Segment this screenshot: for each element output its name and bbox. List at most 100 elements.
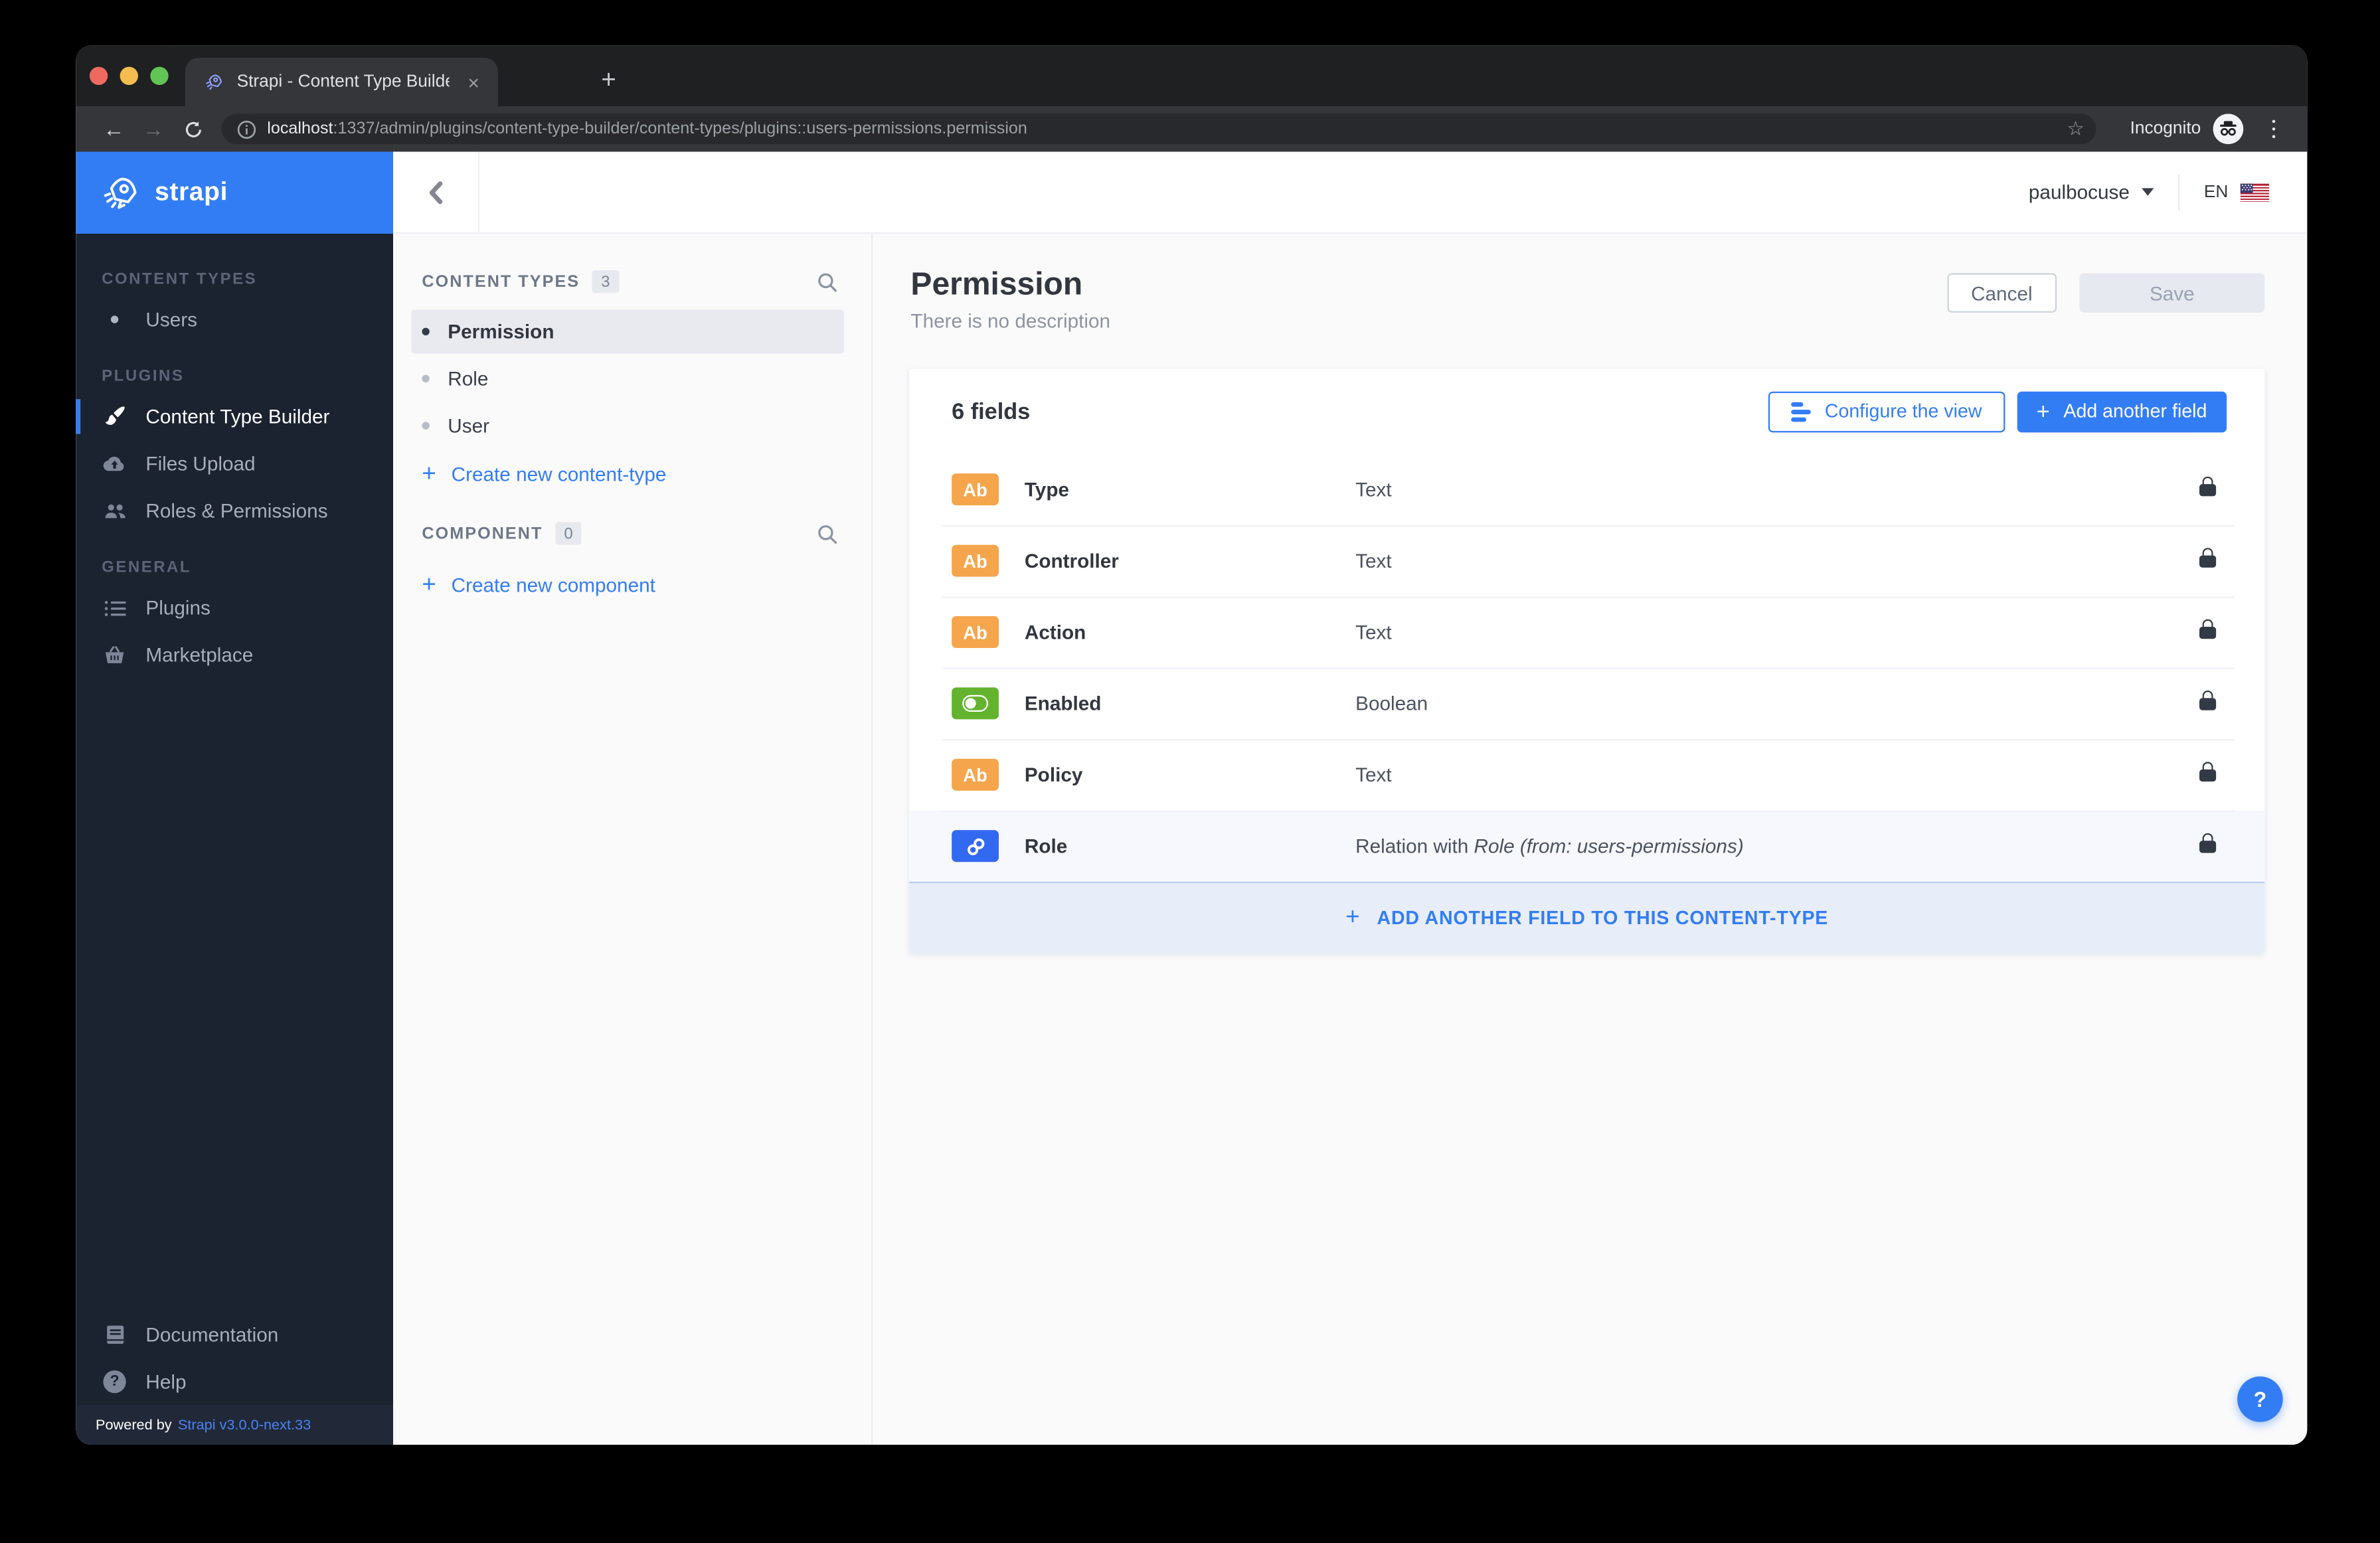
new-tab-button[interactable]: +: [589, 60, 628, 100]
strapi-logo[interactable]: strapi: [76, 152, 393, 234]
fields-count: 6 fields: [952, 398, 1030, 424]
content-type-item-role[interactable]: Role: [411, 357, 843, 400]
url-bar[interactable]: localhost:1337/admin/plugins/content-typ…: [222, 114, 2097, 144]
sidebar-item-files-upload[interactable]: Files Upload: [76, 440, 393, 487]
chevron-down-icon[interactable]: [2142, 188, 2154, 195]
help-fab-button[interactable]: ?: [2237, 1376, 2283, 1422]
bullet-icon: [422, 422, 429, 429]
minimize-window-button[interactable]: [120, 67, 138, 85]
sidebar-item-users[interactable]: Users: [76, 296, 393, 343]
fields-card: 6 fields Configure the view + Add anothe…: [909, 368, 2264, 953]
sidebar-item-marketplace[interactable]: Marketplace: [76, 631, 393, 679]
content-type-item-permission[interactable]: Permission: [411, 309, 843, 353]
field-row-policy[interactable]: Ab Policy Text: [909, 739, 2264, 810]
strapi-rocket-icon: [100, 172, 141, 213]
sidebar-item-plugins[interactable]: Plugins: [76, 584, 393, 631]
strapi-admin: strapi CONTENT TYPES Users PLUGINS Conte…: [76, 152, 2307, 1445]
bullet-icon: [102, 315, 128, 323]
content-types-title: CONTENT TYPES: [422, 272, 580, 290]
field-row-role[interactable]: Role Relation with Role (from: users-per…: [909, 811, 2264, 882]
plus-icon: +: [422, 462, 436, 487]
favicon-rocket-icon: [203, 71, 224, 92]
powered-by-text: Powered by: [96, 1417, 172, 1433]
zoom-window-button[interactable]: [150, 67, 168, 85]
configure-view-button[interactable]: Configure the view: [1768, 391, 2005, 432]
book-icon: [102, 1325, 128, 1344]
sidebar-item-documentation[interactable]: Documentation: [76, 1311, 393, 1358]
app-topbar: paulbocuse EN: [393, 152, 2307, 234]
user-menu[interactable]: paulbocuse: [2029, 181, 2130, 203]
incognito-label: Incognito: [2130, 120, 2201, 138]
bullet-icon: [422, 375, 429, 382]
relation-field-icon: [952, 830, 999, 862]
section-label-general: GENERAL: [102, 558, 367, 576]
bookmark-star-icon[interactable]: ☆: [2067, 117, 2084, 141]
lock-icon: [2199, 697, 2216, 709]
plus-icon: +: [1345, 906, 1360, 931]
lock-icon: [2199, 626, 2216, 638]
add-field-footer-button[interactable]: + ADD ANOTHER FIELD TO THIS CONTENT-TYPE: [909, 882, 2264, 953]
window-controls: [90, 67, 169, 85]
question-circle-icon: ?: [102, 1370, 128, 1393]
browser-window: Strapi - Content Type Builder × + ← →: [76, 46, 2307, 1445]
topbar-right: paulbocuse EN: [2029, 174, 2307, 210]
sliders-icon: [1792, 402, 1812, 422]
users-group-icon: [102, 501, 128, 519]
url-host: localhost: [267, 120, 333, 138]
sidebar-item-help[interactable]: ? Help: [76, 1358, 393, 1406]
lock-icon: [2199, 840, 2216, 852]
refresh-icon[interactable]: [173, 119, 212, 139]
incognito-avatar-icon[interactable]: [2213, 114, 2244, 144]
field-row-enabled[interactable]: Enabled Boolean: [909, 668, 2264, 739]
fields-list: Ab Type Text Ab Controller Text Ab: [909, 453, 2264, 882]
divider: [2178, 174, 2179, 210]
content-type-item-user[interactable]: User: [411, 404, 843, 447]
search-icon[interactable]: [817, 523, 838, 544]
browser-tab[interactable]: Strapi - Content Type Builder ×: [185, 58, 498, 106]
screen: Strapi - Content Type Builder × + ← →: [0, 0, 2380, 1543]
text-field-icon: Ab: [952, 759, 999, 791]
header-actions: Cancel Save: [1947, 273, 2265, 312]
main-content: Permission There is no description Cance…: [873, 234, 2307, 1445]
page-header: Permission There is no description Cance…: [873, 234, 2307, 333]
list-icon: [102, 599, 128, 617]
lock-icon: [2199, 554, 2216, 566]
create-component-link[interactable]: + Create new component: [422, 562, 871, 609]
url-text[interactable]: localhost:1337/admin/plugins/content-typ…: [267, 120, 2056, 138]
browser-menu-icon[interactable]: [2258, 120, 2289, 139]
component-title: COMPONENT: [422, 525, 543, 542]
text-field-icon: Ab: [952, 473, 999, 505]
component-count-badge: 0: [555, 522, 582, 544]
field-row-action[interactable]: Ab Action Text: [909, 596, 2264, 667]
field-row-type[interactable]: Ab Type Text: [909, 453, 2264, 525]
lock-icon: [2199, 483, 2216, 495]
add-another-field-button[interactable]: + Add another field: [2017, 391, 2227, 432]
back-icon[interactable]: ←: [94, 117, 133, 141]
create-content-type-link[interactable]: + Create new content-type: [422, 451, 871, 498]
page-subtitle: There is no description: [910, 309, 1110, 332]
save-button[interactable]: Save: [2079, 273, 2264, 312]
close-window-button[interactable]: [90, 67, 108, 85]
close-tab-icon[interactable]: ×: [462, 70, 486, 93]
url-path: :1337/admin/plugins/content-type-builder…: [333, 120, 1027, 138]
boolean-field-icon: [952, 687, 999, 719]
browser-tab-bar: Strapi - Content Type Builder × +: [76, 46, 2307, 106]
strapi-version-link[interactable]: Strapi v3.0.0-next.33: [178, 1417, 311, 1433]
cloud-upload-icon: [102, 455, 128, 472]
paintbrush-icon: [102, 405, 128, 428]
search-icon[interactable]: [817, 271, 838, 292]
browser-toolbar: ← → localhost:1337/admin/plugins/content…: [76, 106, 2307, 152]
language-label: EN: [2204, 183, 2229, 201]
us-flag-icon[interactable]: [2241, 183, 2269, 201]
section-label-plugins: PLUGINS: [102, 367, 367, 385]
forward-icon[interactable]: →: [133, 117, 173, 141]
sidebar-item-roles-permissions[interactable]: Roles & Permissions: [76, 487, 393, 534]
cancel-button[interactable]: Cancel: [1947, 273, 2057, 312]
sidebar-item-content-type-builder[interactable]: Content Type Builder: [76, 393, 393, 440]
site-info-icon[interactable]: [237, 119, 257, 139]
field-row-controller[interactable]: Ab Controller Text: [909, 525, 2264, 596]
back-button[interactable]: [393, 152, 479, 232]
component-header: COMPONENT 0: [393, 522, 871, 544]
bullet-icon: [422, 328, 429, 335]
logo-wordmark: strapi: [155, 177, 228, 208]
